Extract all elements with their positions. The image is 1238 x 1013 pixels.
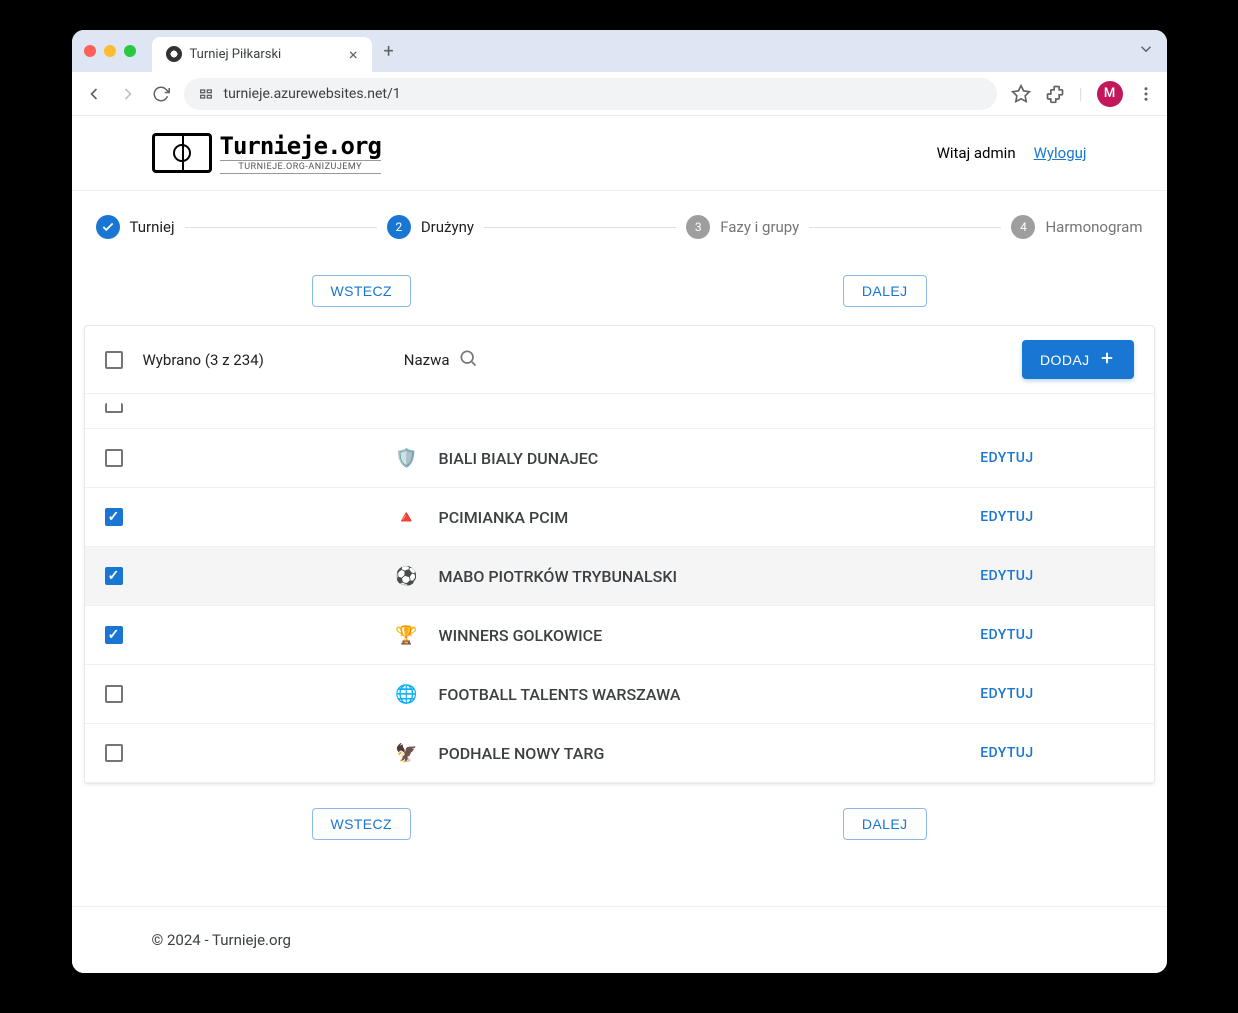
back-button[interactable]	[84, 84, 104, 104]
table-row: ✓ 🏆 WINNERS GOLKOWICE EDYTUJ	[85, 606, 1154, 665]
table-row: 🛡️ BIALI BIALY DUNAJEC EDYTUJ	[85, 429, 1154, 488]
tab-title: Turniej Piłkarski	[190, 47, 282, 62]
row-checkbox[interactable]	[105, 403, 123, 413]
footer-text: © 2024 - Turnieje.org	[152, 931, 291, 949]
next-step-button-bottom[interactable]: DALEJ	[843, 808, 927, 840]
bookmark-icon[interactable]	[1011, 84, 1031, 104]
logo-subtitle: TURNIEJE.ORG-ANIZUJEMY	[220, 160, 381, 174]
tabs-dropdown-icon[interactable]	[1137, 40, 1155, 62]
table-row: 🦅 PODHALE NOWY TARG EDYTUJ	[85, 724, 1154, 783]
step-connector	[185, 227, 377, 228]
url-text: turnieje.azurewebsites.net/1	[224, 86, 401, 102]
team-name: BIALI BIALY DUNAJEC	[439, 449, 599, 468]
edit-link[interactable]: EDYTUJ	[980, 450, 1033, 466]
step-circle: 3	[686, 215, 710, 239]
table-row: ✓ 🔺 PCIMIANKA PCIM EDYTUJ	[85, 488, 1154, 547]
team-logo: 🛡️	[393, 444, 421, 472]
url-bar[interactable]: turnieje.azurewebsites.net/1	[184, 78, 997, 110]
step-circle: 2	[387, 215, 411, 239]
close-window-button[interactable]	[84, 45, 96, 57]
row-checkbox[interactable]	[105, 744, 123, 762]
logo-mark	[152, 133, 212, 173]
step-label: Turniej	[130, 218, 175, 236]
nav-buttons-top: WSTECZ DALEJ	[72, 263, 1167, 325]
team-logo: 🔺	[393, 503, 421, 531]
browser-tab[interactable]: Turniej Piłkarski ×	[152, 37, 372, 72]
step-4[interactable]: 4 Harmonogram	[1011, 215, 1142, 239]
team-logo: 🏆	[393, 621, 421, 649]
table-row: ✓ ⚽ MABO PIOTRKÓW TRYBUNALSKI EDYTUJ	[85, 547, 1154, 606]
toolbar-right: | M	[1011, 81, 1155, 107]
logo-title: Turnieje.org	[220, 132, 381, 160]
step-connector	[809, 227, 1001, 228]
titlebar: Turniej Piłkarski × +	[72, 30, 1167, 72]
profile-avatar[interactable]: M	[1097, 81, 1123, 107]
team-logo: 🌐	[393, 680, 421, 708]
welcome-text: Witaj admin	[937, 144, 1016, 162]
step-label: Harmonogram	[1045, 218, 1142, 236]
extensions-icon[interactable]	[1045, 84, 1065, 104]
step-circle: 4	[1011, 215, 1035, 239]
window-controls	[84, 45, 136, 57]
team-name: PODHALE NOWY TARG	[439, 744, 605, 763]
logout-link[interactable]: Wyloguj	[1034, 144, 1087, 162]
app-header: Turnieje.org TURNIEJE.ORG-ANIZUJEMY Wita…	[72, 116, 1167, 191]
menu-icon[interactable]	[1137, 85, 1155, 103]
panel-header: Wybrano (3 z 234) Nazwa DODAJ	[85, 326, 1154, 394]
edit-link[interactable]: EDYTUJ	[980, 686, 1033, 702]
forward-button[interactable]	[118, 84, 138, 104]
select-all-checkbox[interactable]	[105, 351, 123, 369]
logo[interactable]: Turnieje.org TURNIEJE.ORG-ANIZUJEMY	[152, 132, 381, 174]
edit-link[interactable]: EDYTUJ	[980, 509, 1033, 525]
name-column-header: Nazwa	[404, 351, 450, 369]
step-label: Drużyny	[421, 218, 474, 236]
step-label: Fazy i grupy	[720, 218, 799, 236]
site-settings-icon	[198, 86, 214, 102]
row-checkbox[interactable]: ✓	[105, 626, 123, 644]
maximize-window-button[interactable]	[124, 45, 136, 57]
row-checkbox[interactable]: ✓	[105, 567, 123, 585]
nav-buttons-bottom: WSTECZ DALEJ	[72, 796, 1167, 858]
team-name: WINNERS GOLKOWICE	[439, 626, 603, 645]
team-name: FOOTBALL TALENTS WARSZAWA	[439, 685, 681, 704]
team-logo: ⚽	[393, 562, 421, 590]
stepper: Turniej 2 Drużyny 3 Fazy i grupy 4 Harmonogram	[72, 191, 1167, 263]
step-circle	[96, 215, 120, 239]
row-checkbox[interactable]: ✓	[105, 508, 123, 526]
table-row: . .	[85, 394, 1154, 429]
selected-count: Wybrano (3 z 234)	[143, 351, 264, 369]
edit-link[interactable]: EDYTUJ	[980, 745, 1033, 761]
step-2[interactable]: 2 Drużyny	[387, 215, 474, 239]
step-3[interactable]: 3 Fazy i grupy	[686, 215, 799, 239]
team-logo	[393, 394, 421, 422]
close-tab-icon[interactable]: ×	[349, 45, 358, 64]
tab-favicon	[166, 46, 182, 62]
row-checkbox[interactable]	[105, 685, 123, 703]
plus-icon	[1098, 349, 1116, 370]
edit-link[interactable]: EDYTUJ	[980, 568, 1033, 584]
step-connector	[484, 227, 676, 228]
back-step-button[interactable]: WSTECZ	[312, 275, 412, 307]
search-icon[interactable]	[458, 348, 478, 372]
browser-toolbar: turnieje.azurewebsites.net/1 | M	[72, 72, 1167, 116]
page-content: Turnieje.org TURNIEJE.ORG-ANIZUJEMY Wita…	[72, 116, 1167, 973]
reload-button[interactable]	[152, 85, 170, 103]
panel-body: . . 🛡️ BIALI BIALY DUNAJEC EDYTUJ ✓ 🔺 PCIMIAN…	[85, 394, 1154, 783]
back-step-button-bottom[interactable]: WSTECZ	[312, 808, 412, 840]
team-logo: 🦅	[393, 739, 421, 767]
new-tab-button[interactable]: +	[384, 41, 394, 62]
table-row: 🌐 FOOTBALL TALENTS WARSZAWA EDYTUJ	[85, 665, 1154, 724]
row-checkbox[interactable]	[105, 449, 123, 467]
team-name: MABO PIOTRKÓW TRYBUNALSKI	[439, 567, 678, 586]
teams-panel: Wybrano (3 z 234) Nazwa DODAJ	[84, 325, 1155, 784]
team-name: PCIMIANKA PCIM	[439, 508, 569, 527]
edit-link[interactable]: EDYTUJ	[980, 627, 1033, 643]
next-step-button[interactable]: DALEJ	[843, 275, 927, 307]
step-1[interactable]: Turniej	[96, 215, 175, 239]
minimize-window-button[interactable]	[104, 45, 116, 57]
browser-window: Turniej Piłkarski × + turnieje.azurewebs…	[72, 30, 1167, 973]
footer: © 2024 - Turnieje.org	[72, 906, 1167, 973]
add-button[interactable]: DODAJ	[1022, 340, 1133, 379]
